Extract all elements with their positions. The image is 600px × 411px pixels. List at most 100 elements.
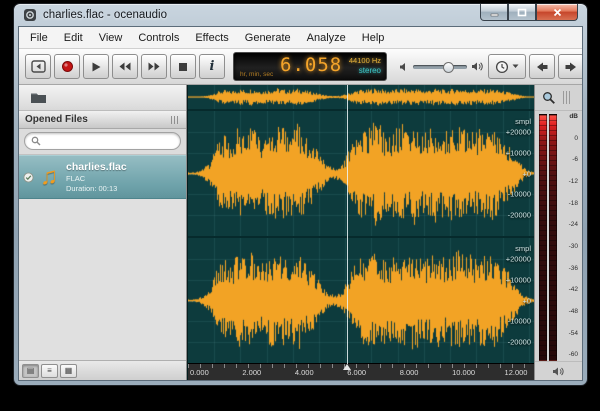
main-toolbar: i 6.058 44100 Hz stereo hr, min, sec [19, 49, 582, 85]
waveform-overview[interactable] [188, 85, 534, 111]
time-tick-label: 0.000 [190, 368, 209, 377]
db-tick-label: -30 [569, 244, 578, 251]
channel-right-canvas[interactable] [188, 238, 534, 363]
menu-view[interactable]: View [91, 29, 131, 47]
playhead-marker[interactable] [343, 364, 351, 370]
level-meters: dB 0 -6 -12 -18 -24 -30 -36 -42 -48 -54 … [535, 111, 582, 361]
clock-icon [495, 60, 509, 74]
menu-edit[interactable]: Edit [56, 29, 91, 47]
view-compact-button[interactable]: ≡ [41, 364, 58, 378]
menu-effects[interactable]: Effects [187, 29, 236, 47]
volume-thumb[interactable] [443, 62, 454, 73]
menu-analyze[interactable]: Analyze [299, 29, 354, 47]
meter-bar-left [539, 114, 547, 361]
channel-right[interactable]: smpl +20000 +10000 +0 -10000 -20000 [188, 238, 534, 363]
file-name: charlies.flac [66, 161, 127, 173]
title-bar[interactable]: charlies.flac - ocenaudio [14, 4, 587, 26]
time-tick-label: 2.000 [242, 368, 261, 377]
nav-forward-button[interactable] [558, 54, 583, 79]
speaker-low-icon [399, 62, 409, 72]
opened-files-list: ♫ charlies.flac FLAC Duration: 00:13 [19, 155, 186, 360]
open-folder-button[interactable] [23, 87, 53, 108]
search-box[interactable] [24, 132, 181, 150]
db-unit-label: dB [569, 114, 578, 121]
zoom-button[interactable] [538, 88, 559, 108]
volume-control [399, 61, 485, 72]
mute-button[interactable] [548, 361, 569, 381]
search-row [19, 129, 186, 155]
minimize-button[interactable] [480, 4, 508, 21]
fast-forward-icon [147, 61, 161, 72]
toolbar-right-group [488, 54, 583, 79]
speaker-icon [552, 366, 565, 377]
window-title: charlies.flac - ocenaudio [43, 9, 167, 21]
db-tick-label: -6 [572, 157, 578, 164]
waveform-column: smpl +20000 +10000 +0 -10000 -20000 smpl… [187, 85, 534, 380]
db-tick-label: -18 [569, 201, 578, 208]
chevron-down-icon [512, 64, 519, 69]
meter-bar-right [549, 114, 557, 361]
time-value: 6.058 [280, 54, 342, 76]
magnifier-icon [542, 91, 556, 105]
rewind-button[interactable] [112, 54, 138, 79]
collapse-panel-icon [31, 60, 46, 73]
toggle-sidebar-button[interactable] [25, 54, 51, 79]
play-button[interactable] [83, 54, 109, 79]
menu-help[interactable]: Help [354, 29, 393, 47]
time-tick-label: 12.000 [505, 368, 528, 377]
close-button[interactable] [536, 4, 578, 21]
close-icon [553, 8, 562, 17]
opened-files-header[interactable]: Opened Files [19, 111, 186, 129]
playhead-cursor[interactable] [347, 85, 348, 364]
fast-forward-button[interactable] [141, 54, 167, 79]
overview-canvas[interactable] [188, 85, 534, 109]
folder-icon [30, 91, 47, 104]
detailed-view-icon: ▤ [27, 367, 35, 375]
maximize-button[interactable] [508, 4, 536, 21]
db-tick-label: -24 [569, 222, 578, 229]
info-icon: i [210, 59, 215, 74]
channel-mode-label: stereo [359, 66, 381, 75]
menu-generate[interactable]: Generate [237, 29, 299, 47]
view-detailed-button[interactable]: ▤ [22, 364, 39, 378]
channel-left-canvas[interactable] [188, 111, 534, 236]
db-tick-label: -36 [569, 266, 578, 273]
record-button[interactable] [54, 54, 80, 79]
panel-grip-icon[interactable] [563, 91, 570, 104]
time-display[interactable]: 6.058 44100 Hz stereo hr, min, sec [233, 52, 387, 81]
grid-view-icon: ▦ [65, 367, 73, 375]
caption-buttons [480, 4, 578, 21]
stop-button[interactable] [170, 54, 196, 79]
view-grid-button[interactable]: ▦ [60, 364, 77, 378]
menu-controls[interactable]: Controls [130, 29, 187, 47]
recent-time-button[interactable] [488, 54, 526, 79]
maximize-icon [517, 8, 527, 17]
time-tick-label: 4.000 [295, 368, 314, 377]
menu-bar: File Edit View Controls Effects Generate… [19, 27, 582, 49]
drag-grip-icon[interactable] [171, 116, 180, 124]
app-icon [23, 8, 37, 22]
app-window: charlies.flac - ocenaudio File Edit View… [13, 3, 588, 386]
nav-back-button[interactable] [529, 54, 555, 79]
time-tick-label: 10.000 [452, 368, 475, 377]
rewind-icon [118, 61, 132, 72]
info-button[interactable]: i [199, 54, 225, 79]
db-tick-label: -42 [569, 287, 578, 294]
time-axis[interactable]: 0.000 2.000 4.000 6.000 8.000 10.000 12.… [188, 363, 534, 380]
minimize-icon [490, 8, 499, 17]
file-duration: Duration: 00:13 [66, 184, 127, 193]
status-check-icon [23, 172, 34, 183]
music-note-icon: ♫ [34, 165, 64, 189]
volume-slider[interactable] [413, 65, 467, 69]
db-tick-label: -54 [569, 331, 578, 338]
db-tick-label: -12 [569, 179, 578, 186]
file-format: FLAC [66, 174, 127, 183]
db-scale: dB 0 -6 -12 -18 -24 -30 -36 -42 -48 -54 … [560, 114, 580, 359]
arrow-right-icon [564, 61, 578, 73]
search-input[interactable] [45, 135, 174, 147]
menu-file[interactable]: File [22, 29, 56, 47]
file-list-item[interactable]: ♫ charlies.flac FLAC Duration: 00:13 [19, 155, 186, 199]
file-info: charlies.flac FLAC Duration: 00:13 [66, 161, 127, 193]
main-area: Opened Files ♫ charlies.flac [19, 85, 582, 380]
channel-left[interactable]: smpl +20000 +10000 +0 -10000 -20000 [188, 111, 534, 238]
